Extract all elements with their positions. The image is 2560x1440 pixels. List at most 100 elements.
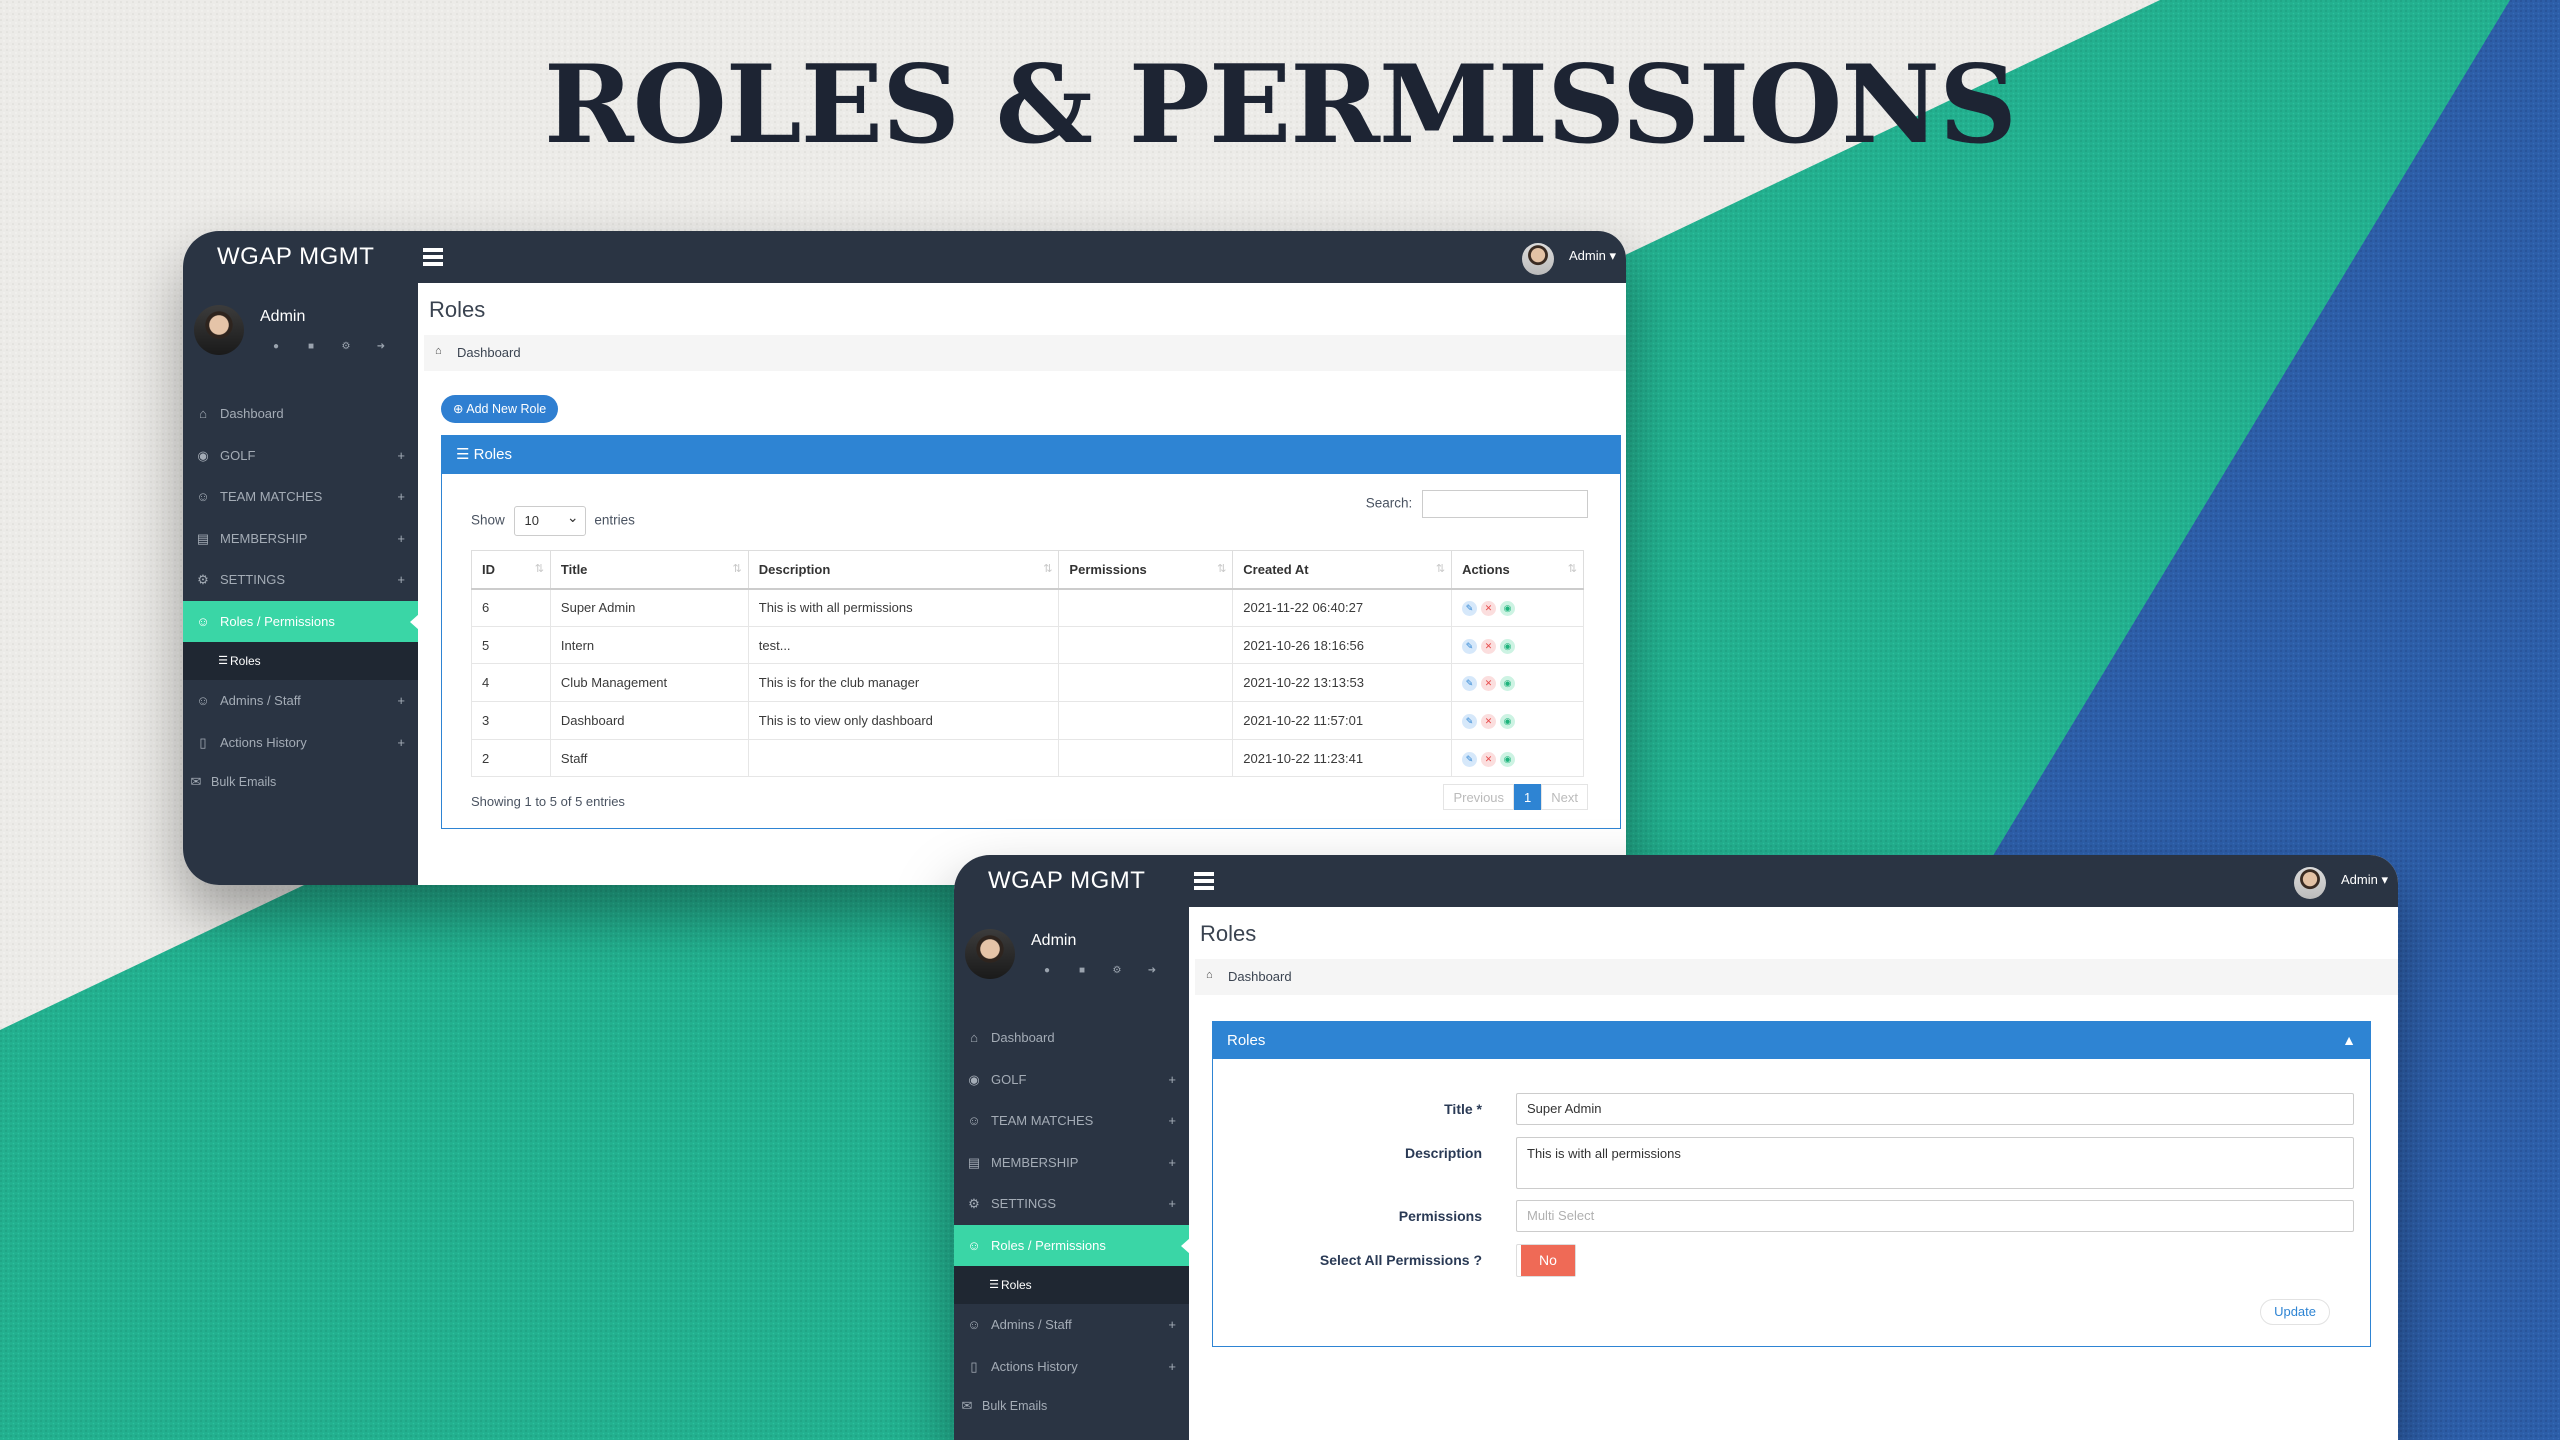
column-header-description[interactable]: Description ⇅ xyxy=(747,550,1060,590)
view-icon[interactable]: ◉ xyxy=(1500,713,1516,729)
cell-title: Intern xyxy=(549,625,749,665)
sidebar-item-membership[interactable]: ▤ MEMBERSHIP + xyxy=(183,518,418,560)
sidebar-item-team-matches[interactable]: ☺ TEAM MATCHES + xyxy=(183,476,418,518)
sidebar-item-membership[interactable]: ▤ MEMBERSHIP + xyxy=(954,1142,1189,1184)
sidebar-item-settings[interactable]: ⚙ SETTINGS + xyxy=(954,1183,1189,1225)
edit-icon[interactable]: ✎ xyxy=(1462,601,1478,617)
brand-logo[interactable]: WGAP MGMT xyxy=(988,867,1145,895)
edit-icon[interactable]: ✎ xyxy=(1462,713,1478,729)
permissions-multiselect[interactable]: Multi Select xyxy=(1516,1200,2354,1232)
expand-plus-icon: + xyxy=(1168,1358,1176,1374)
sidebar-item-dashboard[interactable]: ⌂ Dashboard xyxy=(183,393,418,435)
column-header-actions[interactable]: Actions ⇅ xyxy=(1451,550,1584,590)
sidebar-subitem-roles[interactable]: ☰ Roles xyxy=(954,1266,1189,1304)
edit-icon[interactable]: ✎ xyxy=(1462,751,1478,767)
gear-icon[interactable]: ⚙ xyxy=(338,341,354,352)
table-row: 3 Dashboard This is to view only dashboa… xyxy=(471,701,1584,740)
next-page-button[interactable]: Next xyxy=(1541,784,1588,810)
delete-icon[interactable]: ✕ xyxy=(1481,638,1497,654)
roles-list-window: WGAP MGMT Admin Admin ● ■ ⚙ ➜ ⌂ Dashboard… xyxy=(183,231,1626,885)
sidebar-item-bulk-emails[interactable]: ✉ Bulk Emails xyxy=(954,1387,1189,1425)
user-icon[interactable]: ● xyxy=(268,341,284,352)
select-all-label: Select All Permissions ? xyxy=(1319,1252,1482,1268)
sidebar-item-team-matches[interactable]: ☺ TEAM MATCHES + xyxy=(954,1100,1189,1142)
gear-icon[interactable]: ⚙ xyxy=(1109,965,1125,976)
chevron-up-icon[interactable]: ▲ xyxy=(2342,1022,2356,1059)
hamburger-menu-icon[interactable] xyxy=(423,248,443,266)
top-navbar: WGAP MGMT Admin xyxy=(183,231,1626,283)
previous-page-button[interactable]: Previous xyxy=(1443,784,1515,810)
column-header-label: Permissions xyxy=(1069,561,1147,577)
page-1-button[interactable]: 1 xyxy=(1514,784,1542,810)
delete-icon[interactable]: ✕ xyxy=(1481,676,1497,692)
lock-icon[interactable]: ■ xyxy=(1074,965,1090,976)
description-textarea[interactable]: This is with all permissions xyxy=(1516,1137,2354,1189)
topbar-avatar[interactable] xyxy=(1522,243,1554,275)
sidebar-item-roles-permissions[interactable]: ☺ Roles / Permissions xyxy=(954,1224,1190,1266)
update-button[interactable]: Update xyxy=(2260,1299,2330,1325)
column-header-id[interactable]: ID ⇅ xyxy=(471,550,551,590)
lock-icon[interactable]: ■ xyxy=(303,341,319,352)
top-navbar: WGAP MGMT Admin xyxy=(954,855,2398,907)
cell-description: This is for the club manager xyxy=(747,663,1060,703)
sidebar-item-settings[interactable]: ⚙ SETTINGS + xyxy=(183,559,418,601)
edit-icon[interactable]: ✎ xyxy=(1462,676,1478,692)
home-icon[interactable]: ⌂ xyxy=(435,345,442,357)
table-row: 6 Super Admin This is with all permissio… xyxy=(471,588,1584,627)
entries-select[interactable]: 10 xyxy=(513,503,586,536)
expand-plus-icon: + xyxy=(1168,1196,1176,1211)
sidebar-item-label: Dashboard xyxy=(220,406,284,421)
sidebar-item-dashboard[interactable]: ⌂ Dashboard xyxy=(954,1017,1189,1059)
column-header-created-at[interactable]: Created At ⇅ xyxy=(1232,550,1453,590)
breadcrumb-dashboard-link[interactable]: Dashboard xyxy=(457,345,521,360)
view-icon[interactable]: ◉ xyxy=(1500,676,1516,692)
view-icon[interactable]: ◉ xyxy=(1500,751,1516,767)
home-icon[interactable]: ⌂ xyxy=(1206,969,1213,981)
sidebar-item-actions-history[interactable]: ▯ Actions History + xyxy=(183,722,418,764)
logout-icon[interactable]: ➜ xyxy=(1144,965,1160,976)
sidebar-item-admins-staff[interactable]: ☺ Admins / Staff + xyxy=(954,1304,1189,1346)
sidebar-item-golf[interactable]: ◉ GOLF + xyxy=(183,435,418,477)
list-icon: ☰ xyxy=(989,1279,999,1291)
topbar-avatar[interactable] xyxy=(2294,867,2326,899)
search-input[interactable] xyxy=(1422,490,1588,518)
delete-icon[interactable]: ✕ xyxy=(1481,601,1497,617)
add-new-role-button[interactable]: ⊕ Add New Role xyxy=(441,395,559,423)
sidebar-subitem-roles[interactable]: ☰ Roles xyxy=(183,642,418,680)
sidebar-username: Admin xyxy=(1031,932,1077,949)
view-icon[interactable]: ◉ xyxy=(1500,601,1516,617)
book-icon: ▯ xyxy=(199,734,207,750)
sidebar-item-admins-staff[interactable]: ☺ Admins / Staff + xyxy=(183,680,418,722)
sidebar-item-label: MEMBERSHIP xyxy=(991,1154,1079,1170)
view-icon[interactable]: ◉ xyxy=(1500,638,1516,654)
sidebar-item-actions-history[interactable]: ▯ Actions History + xyxy=(954,1346,1189,1388)
sidebar-item-roles-permissions[interactable]: ☺ Roles / Permissions xyxy=(183,600,419,642)
sidebar-item-golf[interactable]: ◉ GOLF + xyxy=(954,1059,1189,1101)
delete-icon[interactable]: ✕ xyxy=(1481,713,1497,729)
cell-permissions xyxy=(1058,663,1234,703)
sidebar-item-label: MEMBERSHIP xyxy=(220,530,308,546)
expand-plus-icon: + xyxy=(1168,1317,1176,1332)
column-header-permissions[interactable]: Permissions ⇅ xyxy=(1058,550,1234,590)
hamburger-menu-icon[interactable] xyxy=(1194,872,1214,890)
sidebar-item-label: Bulk Emails xyxy=(211,775,277,789)
role-form-panel: Roles ▲ Title * Super Admin Description … xyxy=(1212,1021,2371,1347)
cell-description xyxy=(747,738,1060,778)
list-icon: ☰ xyxy=(456,446,474,463)
delete-icon[interactable]: ✕ xyxy=(1481,751,1497,767)
select-all-toggle[interactable]: No xyxy=(1516,1244,1576,1277)
column-header-title[interactable]: Title ⇅ xyxy=(549,550,749,590)
cell-id: 6 xyxy=(471,588,551,627)
edit-icon[interactable]: ✎ xyxy=(1462,638,1478,654)
title-field[interactable]: Super Admin xyxy=(1516,1093,2354,1125)
user-icon[interactable]: ● xyxy=(1039,965,1055,976)
brand-logo[interactable]: WGAP MGMT xyxy=(217,243,374,271)
user-dropdown[interactable]: Admin xyxy=(2341,872,2388,888)
user-dropdown[interactable]: Admin xyxy=(1569,248,1616,264)
logout-icon[interactable]: ➜ xyxy=(373,341,389,352)
profile-quick-actions: ● ■ ⚙ ➜ xyxy=(268,341,389,352)
add-new-role-label: Add New Role xyxy=(466,402,547,416)
sidebar-item-bulk-emails[interactable]: ✉ Bulk Emails xyxy=(183,763,418,801)
sort-icon: ⇅ xyxy=(1043,563,1053,575)
breadcrumb-dashboard-link[interactable]: Dashboard xyxy=(1228,969,1292,984)
